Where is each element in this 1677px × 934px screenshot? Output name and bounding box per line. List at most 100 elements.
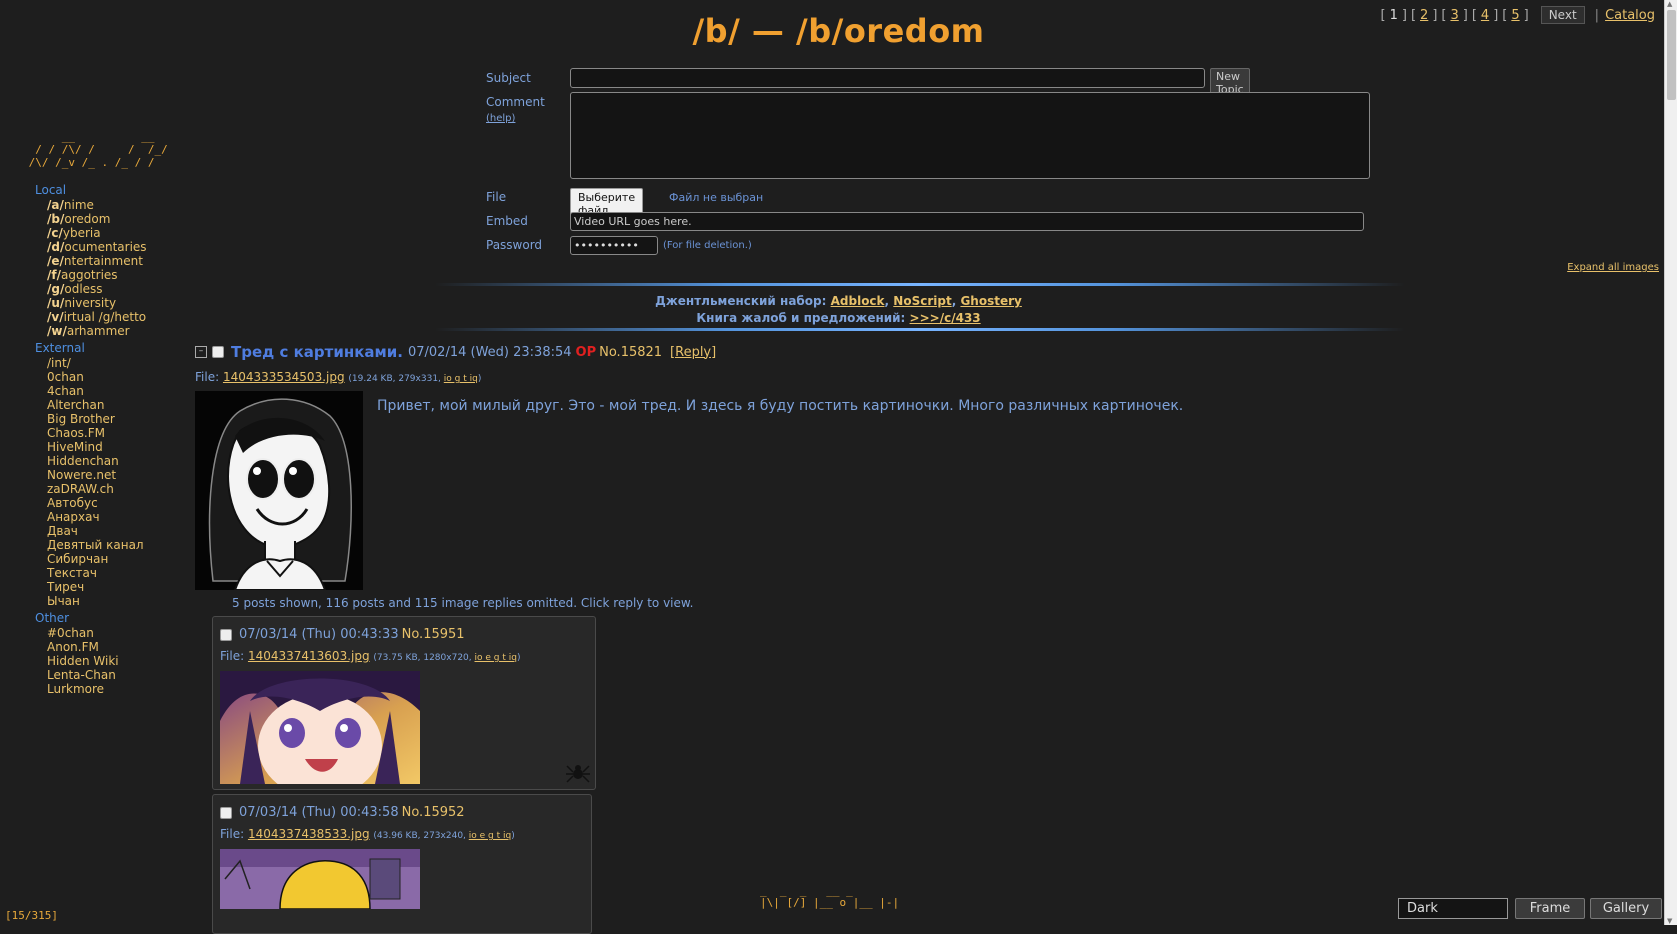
sidebar-item[interactable]: Ычан: [47, 594, 192, 608]
sidebar-item-label: Chaos.FM: [47, 426, 106, 440]
image-search-links[interactable]: io g t iq: [444, 374, 478, 384]
password-label: Password: [486, 238, 543, 252]
sidebar-item-label: HiveMind: [47, 440, 103, 454]
post-counter: [15/315]: [5, 909, 58, 922]
sidebar-item[interactable]: Автобус: [47, 496, 192, 510]
sidebar-item[interactable]: Big Brother: [47, 412, 192, 426]
reply-file-info: File: 1404337438533.jpg (43.96 KB, 273x2…: [220, 827, 515, 841]
complaints-link[interactable]: >>>/c/433: [910, 311, 981, 325]
password-input[interactable]: [570, 236, 658, 255]
sidebar-item[interactable]: Hidden Wiki: [47, 654, 192, 668]
spider-icon: [565, 760, 591, 786]
style-select[interactable]: Dark: [1398, 898, 1508, 919]
sidebar-item[interactable]: Анархач: [47, 510, 192, 524]
sidebar-item[interactable]: Lurkmore: [47, 682, 192, 696]
post-number[interactable]: No.15951: [402, 627, 465, 642]
omitted-notice: 5 posts shown, 116 posts and 115 image r…: [232, 596, 694, 610]
sidebar-item[interactable]: Lenta-Chan: [47, 668, 192, 682]
sidebar-item[interactable]: HiveMind: [47, 440, 192, 454]
sidebar-item-label: Big Brother: [47, 412, 115, 426]
noscript-link[interactable]: NoScript: [893, 294, 951, 308]
embed-label: Embed: [486, 214, 528, 228]
sidebar-item-prefix: /f/: [47, 268, 61, 282]
sidebar-item[interactable]: Hiddenchan: [47, 454, 192, 468]
op-file-info: File: 1404333534503.jpg (19.24 KB, 279x3…: [195, 370, 481, 384]
sidebar-item-label: Lurkmore: [47, 682, 105, 696]
subject-input[interactable]: [570, 68, 1205, 88]
sidebar-item[interactable]: /int/: [47, 356, 192, 370]
file-name-link[interactable]: 1404333534503.jpg: [223, 370, 345, 384]
sidebar-item[interactable]: Двач: [47, 524, 192, 538]
sidebar-item-prefix: /d/: [47, 240, 65, 254]
sidebar-item[interactable]: Chaos.FM: [47, 426, 192, 440]
ghostery-link[interactable]: Ghostery: [960, 294, 1021, 308]
sidebar-item-label: yberia: [62, 226, 101, 240]
sidebar-item-label: Сибирчан: [47, 552, 109, 566]
help-link[interactable]: (help): [486, 113, 515, 124]
image-search-links[interactable]: io e g t iq: [475, 653, 517, 663]
sidebar-item-label: #0chan: [47, 626, 94, 640]
sidebar-item[interactable]: Сибирчан: [47, 552, 192, 566]
collapse-thread-icon[interactable]: –: [195, 346, 207, 358]
sidebar-item-label: Nowere.net: [47, 468, 117, 482]
sidebar-item[interactable]: Девятый канал: [47, 538, 192, 552]
sidebar-item[interactable]: Тиреч: [47, 580, 192, 594]
sidebar-item-prefix: /b/: [47, 212, 65, 226]
sidebar-item[interactable]: Nowere.net: [47, 468, 192, 482]
op-select-checkbox[interactable]: [212, 346, 224, 358]
embed-input[interactable]: [570, 212, 1364, 231]
sidebar-item[interactable]: zaDRAW.ch: [47, 482, 192, 496]
sidebar-item[interactable]: Alterchan: [47, 398, 192, 412]
divider: [435, 283, 1405, 286]
sidebar-item[interactable]: /e/ntertainment: [47, 254, 192, 268]
post-number[interactable]: No.15821: [599, 345, 662, 360]
file-prefix: File:: [220, 827, 245, 841]
sidebar-item[interactable]: /c/yberia: [47, 226, 192, 240]
reply-link[interactable]: [Reply]: [670, 345, 716, 360]
expand-all-images-link[interactable]: Expand all images: [1567, 262, 1659, 273]
scroll-down-icon[interactable]: ▼: [1667, 917, 1672, 925]
op-comment: Привет, мой милый друг. Это - мой тред. …: [377, 398, 1184, 414]
sidebar-item-label: /int/: [47, 356, 71, 370]
sidebar-item[interactable]: /f/aggotries: [47, 268, 192, 282]
reply-select-checkbox[interactable]: [220, 806, 232, 819]
sidebar-groups: Local/a/nime/b/oredom/c/yberia/d/ocument…: [22, 183, 192, 696]
sidebar-item[interactable]: #0chan: [47, 626, 192, 640]
adblock-link[interactable]: Adblock: [831, 294, 885, 308]
sidebar-group-other: Other: [35, 611, 70, 625]
op-header: – Тред с картинками. 07/02/14 (Wed) 23:3…: [195, 343, 716, 361]
sidebar-item-label: zaDRAW.ch: [47, 482, 114, 496]
sidebar-item[interactable]: 4chan: [47, 384, 192, 398]
sidebar-item[interactable]: 0chan: [47, 370, 192, 384]
sidebar-item[interactable]: /b/oredom: [47, 212, 192, 226]
sidebar-item-label: Автобус: [47, 496, 98, 510]
reply-select-checkbox[interactable]: [220, 628, 232, 641]
frame-button[interactable]: Frame: [1515, 898, 1585, 919]
file-status: Файл не выбран: [669, 191, 764, 204]
sidebar-item-label: Anon.FM: [47, 640, 99, 654]
reply-image[interactable]: [220, 671, 420, 784]
comment-textarea[interactable]: [570, 92, 1370, 179]
sidebar-item[interactable]: /d/ocumentaries: [47, 240, 192, 254]
sidebar-item[interactable]: Anon.FM: [47, 640, 192, 654]
sidebar-item-prefix: /a/: [47, 198, 64, 212]
page-scrollbar[interactable]: ▲ ▼: [1664, 0, 1677, 925]
reply-post: 07/03/14 (Thu) 00:43:33 No.15951 File: 1…: [212, 616, 596, 790]
gallery-button[interactable]: Gallery: [1590, 898, 1662, 919]
sidebar-item-label: Тиреч: [47, 580, 85, 594]
scroll-up-icon[interactable]: ▲: [1667, 0, 1672, 8]
file-meta: (43.96 KB, 273x240, io e g t iq): [373, 831, 515, 841]
announce-prefix-1: Джентльменский набор:: [655, 294, 827, 308]
op-image[interactable]: [195, 391, 363, 590]
sidebar-item[interactable]: /a/nime: [47, 198, 192, 212]
file-name-link[interactable]: 1404337413603.jpg: [248, 649, 370, 663]
reply-image[interactable]: [220, 849, 420, 909]
file-name-link[interactable]: 1404337438533.jpg: [248, 827, 370, 841]
file-prefix: File:: [220, 649, 245, 663]
sidebar-item[interactable]: Текстач: [47, 566, 192, 580]
sidebar-item-label: ocumentaries: [64, 240, 147, 254]
post-number[interactable]: No.15952: [402, 805, 465, 820]
image-search-links[interactable]: io e g t iq: [469, 831, 511, 841]
sidebar-item-label: oredom: [64, 212, 111, 226]
sidebar-item-label: Lenta-Chan: [47, 668, 116, 682]
